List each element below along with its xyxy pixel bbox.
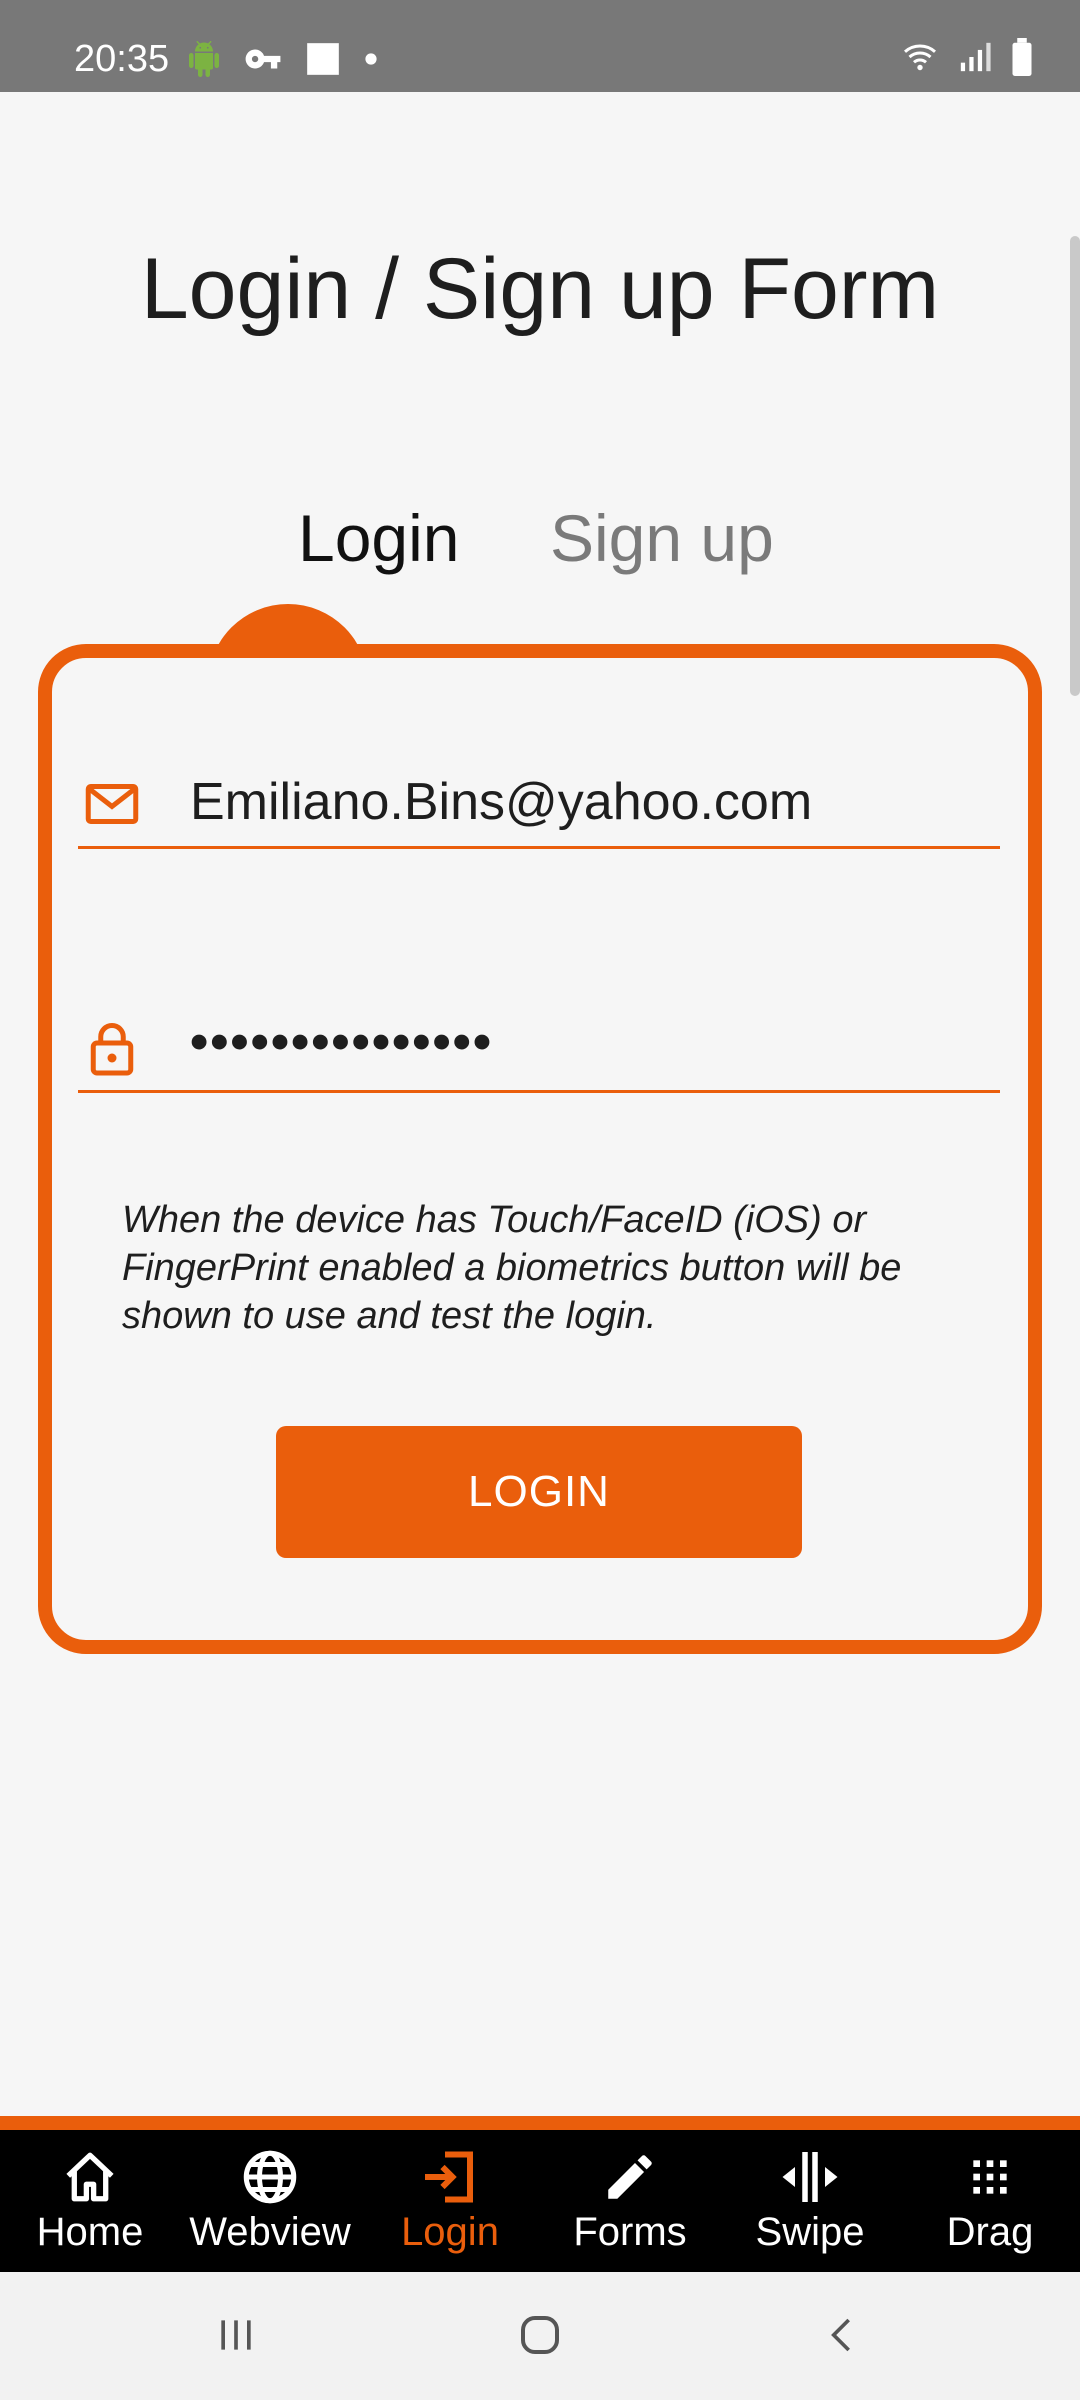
mail-icon: [85, 784, 139, 824]
password-field[interactable]: •••••••••••••••: [78, 1006, 1000, 1093]
square-notification-icon: [307, 43, 339, 75]
tabbar-item-login[interactable]: Login: [360, 2130, 540, 2272]
home-circle-icon: [521, 2316, 559, 2354]
status-right-icons: [900, 38, 1034, 76]
recents-icon: [221, 2320, 251, 2350]
globe-icon: [243, 2150, 297, 2204]
email-input[interactable]: Emiliano.Bins@yahoo.com: [190, 772, 812, 832]
tabbar-item-swipe[interactable]: Swipe: [720, 2130, 900, 2272]
battery-icon: [1012, 38, 1032, 76]
tabbar-accent-line: [0, 2116, 1080, 2130]
email-field[interactable]: Emiliano.Bins@yahoo.com: [78, 762, 1000, 849]
recents-button[interactable]: [196, 2300, 276, 2370]
tabbar-label-swipe: Swipe: [755, 2210, 865, 2254]
status-time: 20:35: [74, 38, 170, 80]
password-input[interactable]: •••••••••••••••: [190, 1012, 493, 1072]
back-icon: [831, 2318, 850, 2352]
page-title: Login / Sign up Form: [140, 241, 940, 337]
wifi-icon: [904, 44, 936, 71]
signal-icon: [960, 42, 991, 72]
tabbar-item-forms[interactable]: Forms: [540, 2130, 720, 2272]
status-bar: 20:35: [0, 0, 1080, 92]
login-icon: [425, 2151, 473, 2203]
android-icon: [189, 41, 219, 77]
biometrics-info-text: When the device has Touch/FaceID (iOS) o…: [122, 1199, 902, 1337]
pencil-icon: [608, 2155, 652, 2199]
tabbar-label-login: Login: [401, 2210, 499, 2254]
back-button[interactable]: [802, 2300, 882, 2370]
system-nav-bar: [0, 2272, 1080, 2400]
login-button-label: LOGIN: [468, 1467, 610, 1516]
tabbar-label-drag: Drag: [946, 2210, 1034, 2254]
lock-icon: [90, 1023, 134, 1076]
tab-signup[interactable]: Sign up: [550, 500, 774, 576]
tabbar-label-forms: Forms: [573, 2210, 687, 2254]
tab-login[interactable]: Login: [298, 500, 460, 576]
bottom-tab-bar: Home Webview Login Forms Swipe Drag: [0, 2130, 1080, 2272]
dot-icon: [365, 53, 377, 65]
tabbar-label-home: Home: [36, 2210, 144, 2254]
tabbar-item-webview[interactable]: Webview: [180, 2130, 360, 2272]
scroll-indicator: [1070, 236, 1080, 696]
swipe-icon: [782, 2152, 838, 2202]
login-button[interactable]: LOGIN: [276, 1426, 802, 1558]
home-icon: [66, 2152, 114, 2202]
status-left-icons: [186, 40, 378, 78]
form-tabs: Login Sign up: [0, 500, 1080, 590]
tabbar-label-webview: Webview: [189, 2210, 351, 2254]
home-nav-button[interactable]: [500, 2300, 580, 2370]
tabbar-item-drag[interactable]: Drag: [900, 2130, 1080, 2272]
grid-icon: [973, 2160, 1007, 2194]
tabbar-item-home[interactable]: Home: [0, 2130, 180, 2272]
key-icon: [245, 49, 281, 69]
